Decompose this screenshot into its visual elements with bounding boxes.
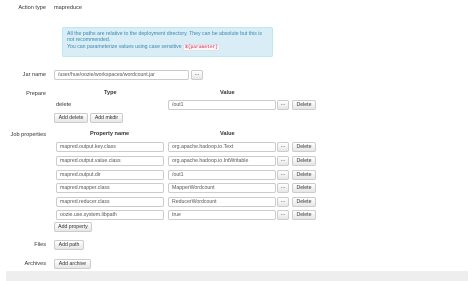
prepare-value-header: Value <box>220 90 235 96</box>
jar-name-input[interactable]: /user/hue/oozie/workspaces/wordcount.jar <box>54 70 189 80</box>
property-name-input[interactable]: mapred.reducer.class <box>56 197 164 207</box>
property-delete-button[interactable]: Delete <box>292 197 316 207</box>
property-value-input[interactable]: /out1 <box>168 170 276 180</box>
property-browse-button[interactable]: ... <box>277 170 289 180</box>
prepare-row-delete-button[interactable]: Delete <box>292 100 316 110</box>
property-name-input[interactable]: mapred.output.value.class <box>56 156 164 166</box>
add-mkdir-button[interactable]: Add mkdir <box>90 113 123 123</box>
property-name-input[interactable]: oozie.use.system.libpath <box>56 210 164 220</box>
job-properties-label: Job properties <box>10 132 46 138</box>
property-browse-button[interactable]: ... <box>277 197 289 207</box>
property-value-input[interactable]: MapperWordcount <box>168 183 276 193</box>
prepare-row-type: delete <box>56 102 72 108</box>
property-delete-button[interactable]: Delete <box>292 183 316 193</box>
action-type-value: mapreduce <box>54 5 82 11</box>
add-property-button[interactable]: Add property <box>54 222 92 232</box>
bottom-scrollbar[interactable] <box>6 271 468 281</box>
property-value-input[interactable]: true <box>168 210 276 220</box>
alert-line-3-text: You can parameterize values using case s… <box>67 43 182 50</box>
add-path-button[interactable]: Add path <box>54 240 84 250</box>
property-name-input[interactable]: mapred.output.key.class <box>56 142 164 152</box>
property-browse-button[interactable]: ... <box>277 210 289 220</box>
prepare-row-browse-button[interactable]: ... <box>277 100 289 110</box>
property-browse-button[interactable]: ... <box>277 142 289 152</box>
property-name-header: Property name <box>90 131 130 137</box>
property-name-input[interactable]: mapred.output.dir <box>56 170 164 180</box>
info-alert: All the paths are relative to the deploy… <box>62 27 273 57</box>
add-delete-button[interactable]: Add delete <box>54 113 88 123</box>
property-delete-button[interactable]: Delete <box>292 156 316 166</box>
jar-browse-button[interactable]: ... <box>191 70 203 80</box>
property-name-input[interactable]: mapred.mapper.class <box>56 183 164 193</box>
property-delete-button[interactable]: Delete <box>292 170 316 180</box>
property-value-input[interactable]: ReducerWordcount <box>168 197 276 207</box>
action-type-label: Action type <box>18 5 46 11</box>
prepare-row-value-input[interactable]: /out1 <box>168 100 276 110</box>
property-browse-button[interactable]: ... <box>277 156 289 166</box>
add-archive-button[interactable]: Add archive <box>54 259 91 269</box>
property-browse-button[interactable]: ... <box>277 183 289 193</box>
property-value-input[interactable]: org.apache.hadoop.io.Text <box>168 142 276 152</box>
files-label: Files <box>34 242 46 248</box>
prepare-label: Prepare <box>26 91 46 97</box>
jar-name-label: Jar name <box>22 72 46 78</box>
property-delete-button[interactable]: Delete <box>292 210 316 220</box>
property-value-header: Value <box>220 131 235 137</box>
property-value-input[interactable]: org.apache.hadoop.io.IntWritable <box>168 156 276 166</box>
prepare-type-header: Type <box>104 90 117 96</box>
parameter-code: ${parameter} <box>183 43 221 51</box>
alert-line-3: You can parameterize values using case s… <box>67 43 268 51</box>
property-delete-button[interactable]: Delete <box>292 142 316 152</box>
archives-label: Archives <box>24 261 46 267</box>
